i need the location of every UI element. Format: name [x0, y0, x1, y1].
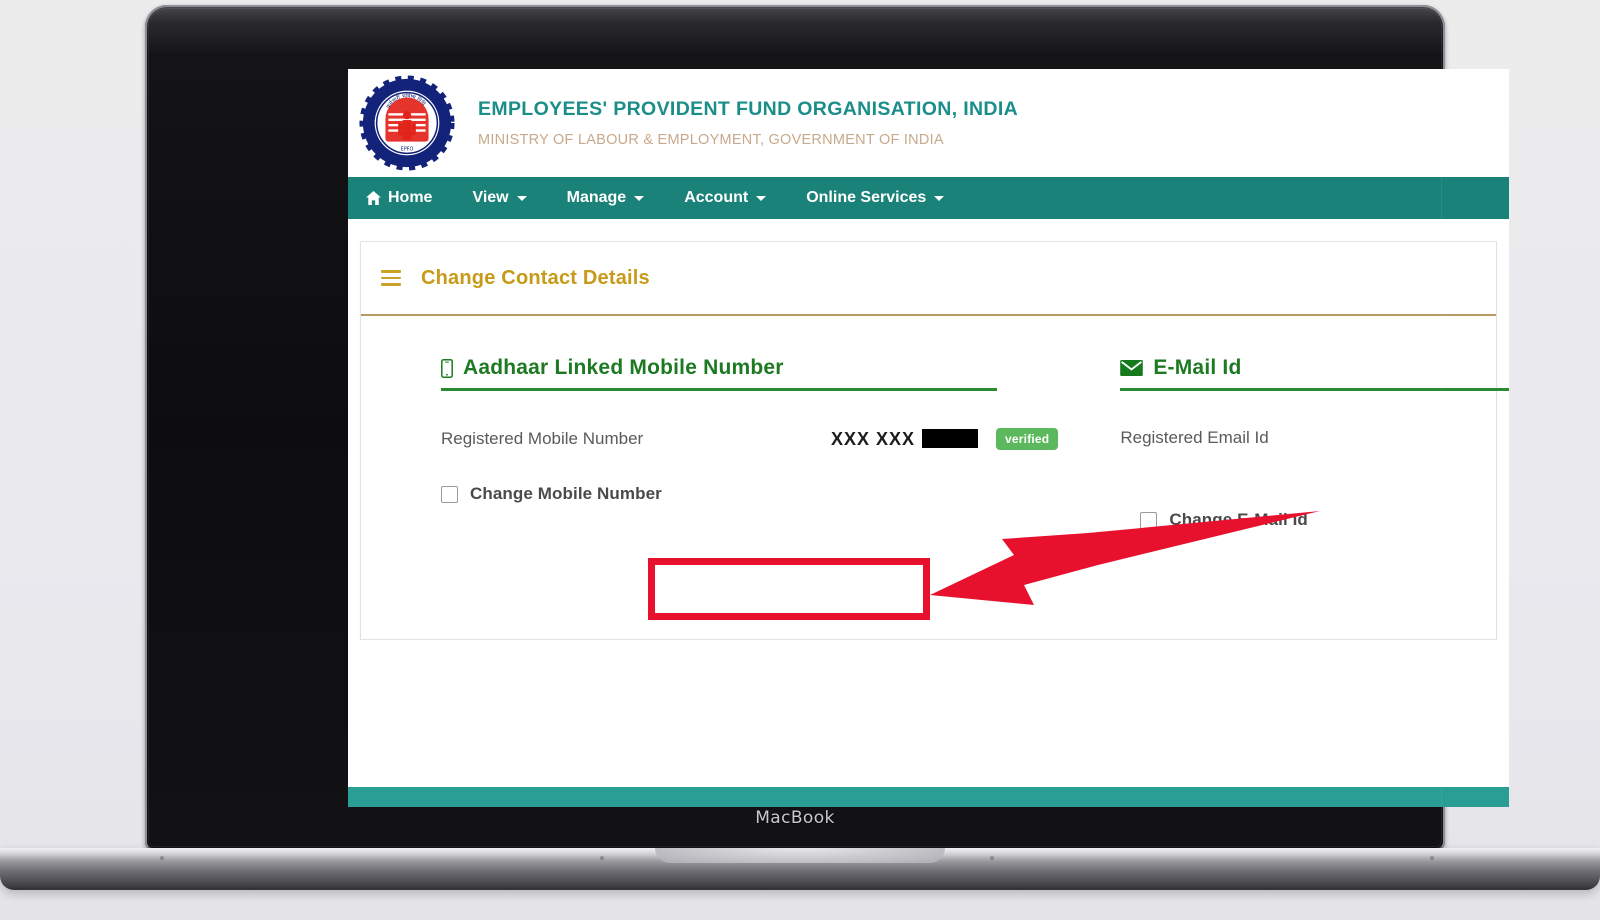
hamburger-menu-icon[interactable]: [381, 266, 401, 290]
page-title: Change Contact Details: [421, 266, 650, 289]
svg-text:EPFO: EPFO: [401, 146, 414, 152]
chevron-down-icon: [934, 195, 945, 201]
content-bottom-spacer: [360, 640, 1497, 688]
status-badge: verified: [996, 428, 1059, 450]
macbook-foot-right: [1430, 856, 1434, 860]
chevron-down-icon: [756, 195, 767, 201]
chevron-down-icon: [634, 195, 645, 201]
aadhaar-mobile-heading: Aadhaar Linked Mobile Number: [441, 356, 997, 391]
nav-item-online-services-label: Online Services: [806, 189, 927, 206]
brand-subtitle: MINISTRY OF LABOUR & EMPLOYMENT, GOVERNM…: [478, 132, 944, 148]
nav-item-view-label: View: [472, 189, 509, 206]
screenshot-stage: कर्मचारी भविष्य निधि EPFO EMPLOYEES' PRO…: [0, 0, 1600, 920]
brand-text-block: EMPLOYEES' PROVIDENT FUND ORGANISATION, …: [478, 98, 1018, 148]
annotation-highlight-box: [648, 558, 930, 620]
macbook-foot-left: [160, 856, 164, 860]
registered-email-row: Registered Email Id: [1120, 428, 1509, 448]
epfo-gear-emblem-icon: कर्मचारी भविष्य निधि EPFO: [358, 74, 456, 172]
aadhaar-mobile-heading-label: Aadhaar Linked Mobile Number: [463, 356, 784, 379]
nav-item-online-services[interactable]: Online Services: [806, 189, 945, 207]
home-icon: [366, 191, 381, 205]
nav-item-account-label: Account: [684, 189, 749, 206]
change-mobile-number-checkbox[interactable]: [441, 485, 458, 503]
change-mobile-number-label: Change Mobile Number: [470, 484, 662, 503]
nav-item-manage-label: Manage: [566, 189, 627, 206]
chevron-down-icon: [516, 195, 527, 201]
nav-item-home-label: Home: [388, 189, 433, 206]
annotation-arrow: [930, 511, 1320, 605]
mobile-phone-icon-svg: [441, 358, 453, 378]
envelope-icon-svg: [1120, 360, 1144, 376]
nav-item-view[interactable]: View: [472, 189, 527, 207]
macbook-base: [0, 848, 1600, 890]
nav-item-home[interactable]: Home: [366, 189, 432, 207]
nav-item-manage[interactable]: Manage: [567, 189, 645, 207]
registered-email-label: Registered Email Id: [1120, 428, 1269, 447]
home-icon-svg: [366, 191, 381, 205]
nav-item-account[interactable]: Account: [684, 189, 767, 207]
email-heading: E-Mail Id: [1120, 356, 1509, 391]
envelope-icon: [1120, 360, 1144, 376]
epfo-logo-svg: कर्मचारी भविष्य निधि EPFO: [359, 75, 455, 171]
registered-mobile-value-text: XXX XXX: [831, 428, 916, 449]
page-content-area: Change Contact Details Aadhaar Linked Mo…: [348, 219, 1509, 787]
macbook-foot-mid-left: [600, 856, 604, 860]
macbook-lid: कर्मचारी भविष्य निधि EPFO EMPLOYEES' PRO…: [145, 5, 1509, 850]
email-heading-label: E-Mail Id: [1153, 356, 1242, 379]
change-mobile-number-row[interactable]: Change Mobile Number: [441, 484, 1058, 504]
browser-viewport: कर्मचारी भविष्य निधि EPFO EMPLOYEES' PRO…: [348, 69, 1509, 807]
registered-mobile-value: XXX XXX: [831, 428, 979, 450]
mobile-phone-icon: [441, 358, 453, 378]
brand-title: EMPLOYEES' PROVIDENT FUND ORGANISATION, …: [478, 98, 1019, 120]
registered-mobile-label: Registered Mobile Number: [441, 429, 644, 448]
footer-accent-band: [348, 787, 1509, 807]
panel-header: Change Contact Details: [361, 242, 1496, 316]
macbook-brand-label: MacBook: [755, 808, 835, 828]
site-header: कर्मचारी भविष्य निधि EPFO EMPLOYEES' PRO…: [348, 69, 1509, 177]
main-navigation-bar: Home View Manage Account Online Services: [348, 177, 1509, 219]
registered-mobile-row: Registered Mobile Number XXX XXX verifie…: [441, 428, 1059, 450]
macbook-foot-mid-right: [990, 856, 994, 860]
redaction-bar: [922, 428, 979, 448]
